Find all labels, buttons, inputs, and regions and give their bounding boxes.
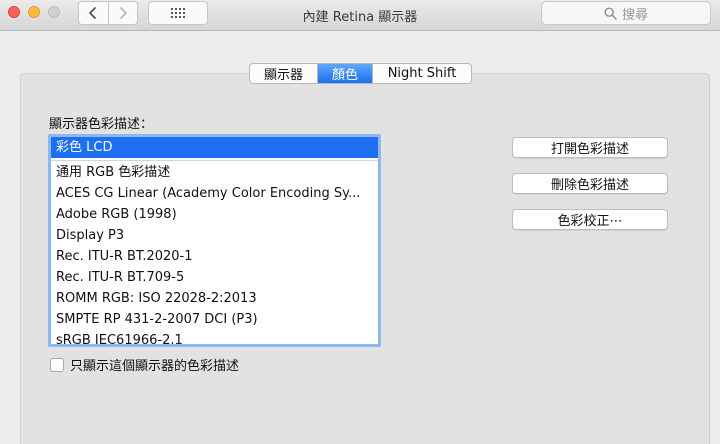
profile-item[interactable]: Rec. ITU-R BT.709-5 [51,267,378,288]
title-bar: 內建 Retina 顯示器 搜尋 [0,0,720,31]
search-field[interactable]: 搜尋 [541,1,711,25]
tab-bar: 顯示器 顏色 Night Shift [249,63,472,84]
profile-item[interactable]: Adobe RGB (1998) [51,204,378,225]
calibrate-button[interactable]: 色彩校正⋯ [512,209,668,230]
profile-list-label: 顯示器色彩描述： [49,117,154,132]
profile-item[interactable]: Rec. ITU-R BT.2020-1 [51,246,378,267]
magnifier-icon [604,6,617,20]
show-only-checkbox[interactable] [50,357,64,372]
tab-night-shift[interactable]: Night Shift [372,64,471,83]
tab-color[interactable]: 顏色 [317,64,372,83]
delete-profile-button[interactable]: 刪除色彩描述 [512,173,668,194]
profile-item-selected[interactable]: 彩色 LCD [51,137,378,158]
list-divider [51,160,378,161]
show-only-this-display-option: 只顯示這個顯示器的色彩描述 [50,355,239,374]
tab-display[interactable]: 顯示器 [250,64,317,83]
color-profile-list[interactable]: 彩色 LCD 通用 RGB 色彩描述 ACES CG Linear (Acade… [48,134,381,347]
profile-item[interactable]: Display P3 [51,225,378,246]
profile-item[interactable]: SMPTE RP 431-2-2007 DCI (P3) [51,309,378,330]
system-preferences-window: 內建 Retina 顯示器 搜尋 顯示器 顏色 Night Shift 顯示器色… [0,0,720,444]
search-placeholder: 搜尋 [621,7,648,23]
profile-item[interactable]: sRGB IEC61966-2.1 [51,330,378,344]
profile-item[interactable]: ACES CG Linear (Academy Color Encoding S… [51,183,378,204]
show-only-label[interactable]: 只顯示這個顯示器的色彩描述 [70,355,239,374]
profile-item[interactable]: ROMM RGB: ISO 22028-2:2013 [51,288,378,309]
profile-item[interactable]: 通用 RGB 色彩描述 [51,162,378,183]
open-profile-button[interactable]: 打開色彩描述 [512,137,668,158]
